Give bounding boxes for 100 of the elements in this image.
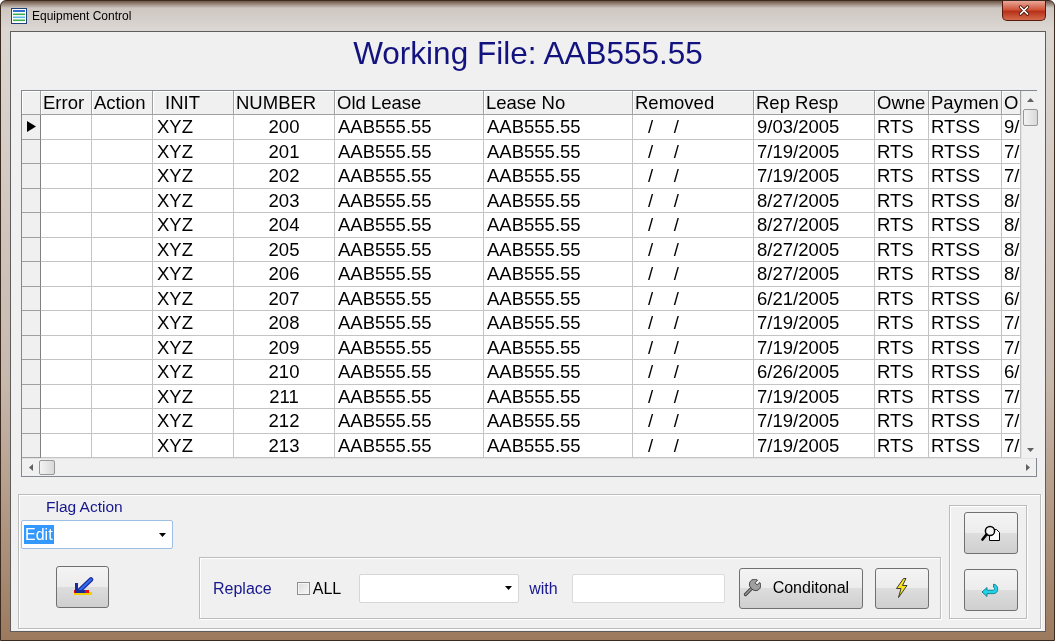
table-cell: 204 [234, 213, 335, 238]
table-cell: 6/ [1002, 286, 1021, 311]
table-cell: 206 [234, 262, 335, 287]
table-cell: 202 [234, 164, 335, 189]
table-cell: AAB555.55 [484, 360, 633, 385]
table-cell: XYZ [153, 262, 234, 287]
table-cell: 8/27/2005 [754, 213, 875, 238]
lightning-button[interactable] [874, 567, 929, 609]
all-checkbox[interactable] [296, 581, 310, 595]
flag-button[interactable] [56, 566, 109, 608]
close-button[interactable] [1002, 1, 1046, 21]
table-cell: 9/03/2005 [754, 115, 875, 140]
table-cell: AAB555.55 [484, 311, 633, 336]
scroll-thumb[interactable] [39, 460, 55, 475]
left-arrow-icon[interactable] [28, 464, 33, 471]
down-arrow-icon[interactable] [1027, 447, 1034, 452]
table-cell: / / [633, 164, 754, 189]
table-cell: 211 [234, 384, 335, 409]
table-cell: RTS [875, 115, 929, 140]
table-cell: RTS [875, 164, 929, 189]
table-cell: / / [633, 262, 754, 287]
table-cell: 6/21/2005 [754, 286, 875, 311]
table-cell: XYZ [153, 360, 234, 385]
return-button[interactable] [964, 569, 1018, 611]
table-cell: 7/19/2005 [754, 384, 875, 409]
return-arrow-icon [981, 583, 1001, 597]
working-file-heading: Working File: AAB555.55 [352, 35, 704, 71]
table-cell: / / [633, 433, 754, 458]
table-cell: RTSS [929, 188, 1002, 213]
conditional-button[interactable]: Conditonal [738, 567, 863, 609]
column-header[interactable]: Action [92, 91, 153, 115]
table-cell: 6/ [1002, 360, 1021, 385]
table-cell: / / [633, 360, 754, 385]
table-cell: RTS [875, 286, 929, 311]
table-cell: 7/19/2005 [754, 311, 875, 336]
table-cell: RTSS [929, 164, 1002, 189]
replace-label: Replace [213, 578, 272, 598]
column-header[interactable]: Owne [875, 91, 929, 115]
table-cell: AAB555.55 [335, 311, 484, 336]
table-cell: RTS [875, 139, 929, 164]
table-cell: AAB555.55 [335, 213, 484, 238]
column-header[interactable]: Rep Resp [754, 91, 875, 115]
column-header[interactable]: Lease No [484, 91, 633, 115]
column-header[interactable]: Old Lease [335, 91, 484, 115]
table-cell: 7/ [1002, 139, 1021, 164]
table-cell: 213 [234, 433, 335, 458]
table-cell: AAB555.55 [484, 286, 633, 311]
table-cell: / / [633, 188, 754, 213]
table-cell: / / [633, 335, 754, 360]
table-cell: RTSS [929, 433, 1002, 458]
grid-corner [22, 91, 41, 115]
table-cell: AAB555.55 [335, 360, 484, 385]
table-cell: AAB555.55 [484, 262, 633, 287]
table-cell: 7/ [1002, 335, 1021, 360]
table-cell: AAB555.55 [484, 237, 633, 262]
table-cell: RTS [875, 237, 929, 262]
table-cell: XYZ [153, 311, 234, 336]
table-cell: / / [633, 213, 754, 238]
table-cell: RTSS [929, 360, 1002, 385]
table-cell: / / [633, 409, 754, 434]
table-cell: 212 [234, 409, 335, 434]
table-cell: 205 [234, 237, 335, 262]
table-cell: 7/ [1002, 311, 1021, 336]
table-cell: XYZ [153, 164, 234, 189]
table-cell: AAB555.55 [335, 139, 484, 164]
table-cell: AAB555.55 [335, 433, 484, 458]
table-cell: AAB555.55 [335, 409, 484, 434]
table-cell: / / [633, 384, 754, 409]
table-cell: RTS [875, 188, 929, 213]
table-cell: RTS [875, 311, 929, 336]
table-cell: 7/ [1002, 409, 1021, 434]
table-cell: RTSS [929, 384, 1002, 409]
column-header[interactable]: Error [41, 91, 92, 115]
table-cell: 7/19/2005 [754, 164, 875, 189]
column-header[interactable]: Removed [633, 91, 754, 115]
column-header[interactable]: Paymen [929, 91, 1002, 115]
horizontal-scrollbar[interactable] [22, 458, 1036, 476]
table-cell: RTSS [929, 139, 1002, 164]
column-header[interactable]: NUMBER [234, 91, 335, 115]
row-selector[interactable] [22, 115, 41, 140]
table-cell: AAB555.55 [484, 335, 633, 360]
column-header[interactable]: O [1002, 91, 1021, 115]
scroll-thumb[interactable] [1023, 109, 1038, 126]
column-header[interactable]: INIT [153, 91, 234, 115]
table-cell: RTSS [929, 115, 1002, 140]
wrench-icon [742, 579, 761, 597]
right-arrow-icon[interactable] [1025, 464, 1030, 471]
caret-icon [159, 532, 166, 537]
search-icon [981, 524, 1001, 542]
up-arrow-icon[interactable] [1027, 97, 1034, 102]
search-button[interactable] [964, 512, 1018, 554]
replace-input[interactable] [571, 573, 725, 603]
table-cell: 6/26/2005 [754, 360, 875, 385]
table-cell: AAB555.55 [335, 286, 484, 311]
table-cell: RTS [875, 262, 929, 287]
vertical-scrollbar[interactable] [1021, 91, 1039, 458]
table-cell: RTSS [929, 409, 1002, 434]
table-cell: RTS [875, 213, 929, 238]
table-cell: XYZ [153, 115, 234, 140]
row-pointer-icon [26, 121, 36, 133]
